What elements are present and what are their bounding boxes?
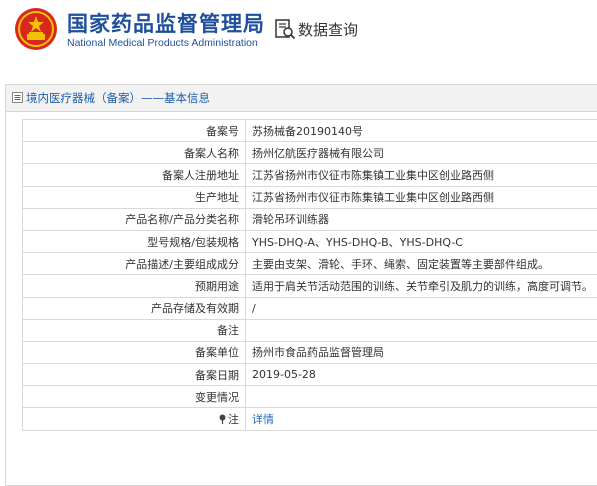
- table-row: 备案单位扬州市食品药品监督管理局: [23, 341, 597, 363]
- data-query-icon[interactable]: [274, 18, 296, 40]
- row-value: 适用于肩关节活动范围的训练、关节牵引及肌力的训练，高度可调节。: [246, 275, 597, 297]
- row-label: 生产地址: [23, 186, 246, 208]
- table-row: 产品描述/主要组成成分主要由支架、滑轮、手环、绳索、固定装置等主要部件组成。: [23, 253, 597, 275]
- table-row: 型号规格/包装规格YHS-DHQ-A、YHS-DHQ-B、YHS-DHQ-C: [23, 230, 597, 252]
- row-label: 备注: [23, 319, 246, 341]
- details-link[interactable]: 详情: [252, 413, 274, 426]
- table-row: 生产地址江苏省扬州市仪征市陈集镇工业集中区创业路西侧: [23, 186, 597, 208]
- row-label: 产品描述/主要组成成分: [23, 253, 246, 275]
- data-query-link[interactable]: 数据查询: [298, 19, 358, 40]
- site-header: 国家药品监督管理局 National Medical Products Admi…: [0, 0, 597, 64]
- row-value: 滑轮吊环训练器: [246, 208, 597, 230]
- row-value: [246, 386, 597, 408]
- row-label: 型号规格/包装规格: [23, 230, 246, 252]
- table-row: 产品名称/产品分类名称滑轮吊环训练器: [23, 208, 597, 230]
- row-value: 扬州亿航医疗器械有限公司: [246, 142, 597, 164]
- table-row: 备案号苏扬械备20190140号: [23, 120, 597, 142]
- row-value: /: [246, 297, 597, 319]
- panel-title-bar: 境内医疗器械（备案）——基本信息: [6, 85, 597, 112]
- national-emblem-icon: [14, 7, 58, 51]
- row-value: YHS-DHQ-A、YHS-DHQ-B、YHS-DHQ-C: [246, 230, 597, 252]
- table-row: 备案日期2019-05-28: [23, 364, 597, 386]
- row-label: 备案号: [23, 120, 246, 142]
- table-row: 备案人名称扬州亿航医疗器械有限公司: [23, 142, 597, 164]
- table-row: 注 详情: [23, 408, 597, 430]
- info-table: 备案号苏扬械备20190140号 备案人名称扬州亿航医疗器械有限公司 备案人注册…: [22, 119, 597, 431]
- row-label: 备案人注册地址: [23, 164, 246, 186]
- pin-icon: [218, 414, 227, 424]
- row-value: 江苏省扬州市仪征市陈集镇工业集中区创业路西侧: [246, 164, 597, 186]
- table-row: 预期用途适用于肩关节活动范围的训练、关节牵引及肌力的训练，高度可调节。: [23, 275, 597, 297]
- panel-title: 境内医疗器械（备案）——基本信息: [26, 91, 210, 105]
- table-row: 备注: [23, 319, 597, 341]
- row-label: 预期用途: [23, 275, 246, 297]
- note-label: 注: [228, 413, 239, 426]
- list-icon: [12, 92, 23, 103]
- table-row: 变更情况: [23, 386, 597, 408]
- table-row: 备案人注册地址江苏省扬州市仪征市陈集镇工业集中区创业路西侧: [23, 164, 597, 186]
- row-label: 备案人名称: [23, 142, 246, 164]
- row-value: 扬州市食品药品监督管理局: [246, 341, 597, 363]
- row-value: 苏扬械备20190140号: [246, 120, 597, 142]
- row-label: 备案日期: [23, 364, 246, 386]
- row-label: 变更情况: [23, 386, 246, 408]
- row-value: 主要由支架、滑轮、手环、绳索、固定装置等主要部件组成。: [246, 253, 597, 275]
- table-row: 产品存储及有效期/: [23, 297, 597, 319]
- site-title: 国家药品监督管理局: [67, 8, 265, 38]
- row-label: 产品名称/产品分类名称: [23, 208, 246, 230]
- note-value-cell: 详情: [246, 408, 597, 430]
- row-label: 备案单位: [23, 341, 246, 363]
- row-value: 2019-05-28: [246, 364, 597, 386]
- note-label-cell: 注: [23, 408, 246, 430]
- row-label: 产品存储及有效期: [23, 297, 246, 319]
- row-value: [246, 319, 597, 341]
- row-value: 江苏省扬州市仪征市陈集镇工业集中区创业路西侧: [246, 186, 597, 208]
- site-subtitle: National Medical Products Administration: [67, 37, 258, 49]
